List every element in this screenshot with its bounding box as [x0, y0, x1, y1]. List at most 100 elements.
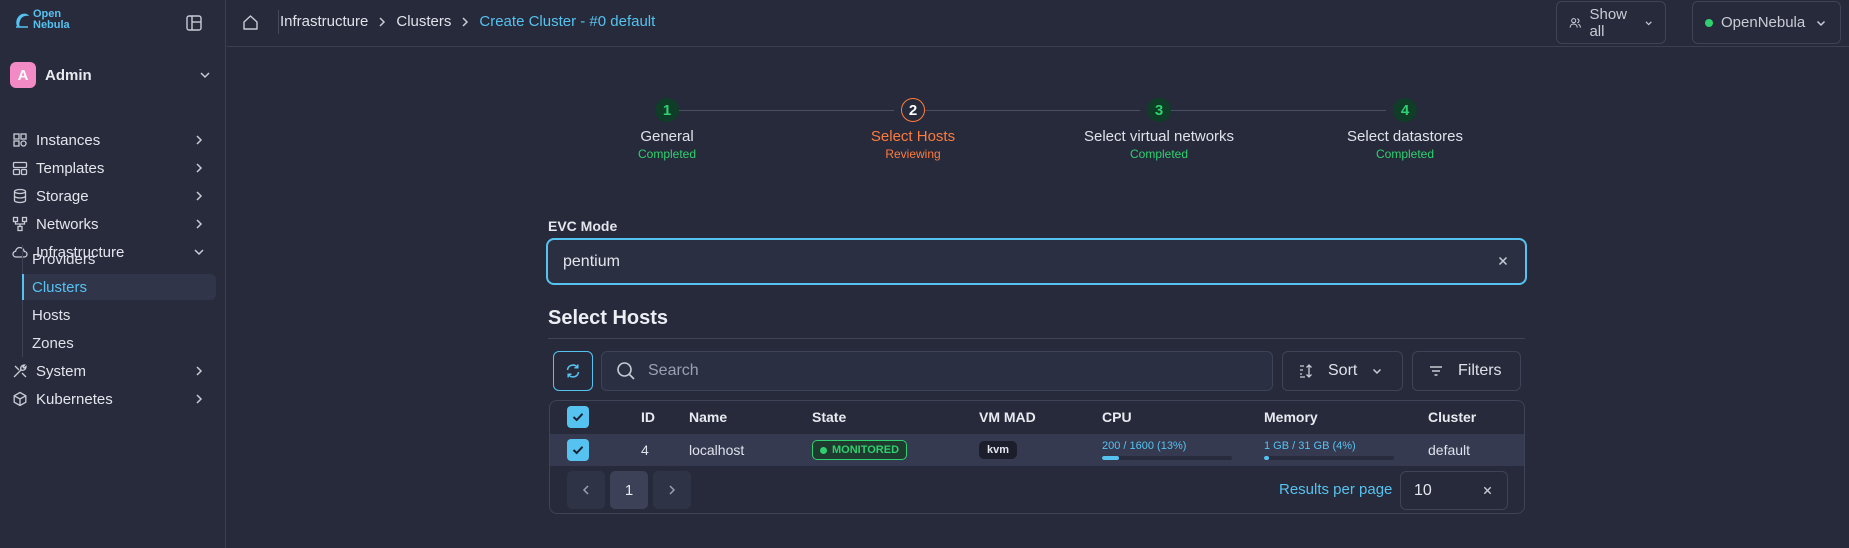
column-header-memory[interactable]: Memory	[1264, 401, 1318, 433]
sidebar-item-storage[interactable]: Storage	[12, 183, 216, 209]
sidebar-item-instances[interactable]: Instances	[12, 127, 216, 153]
kubernetes-icon	[13, 391, 27, 407]
clear-icon[interactable]	[1482, 485, 1493, 496]
sidebar-item-label: Instances	[36, 131, 101, 149]
column-header-cpu[interactable]: CPU	[1102, 401, 1132, 433]
chevron-right-icon	[196, 219, 203, 229]
sidebar-item-label: Kubernetes	[36, 390, 113, 408]
sidebar-item-label: Networks	[36, 215, 99, 233]
breadcrumb: Infrastructure Clusters Create Cluster -…	[280, 13, 655, 30]
step-select-hosts[interactable]: 2 Select Hosts Reviewing	[813, 98, 1013, 161]
chevron-down-icon	[200, 72, 210, 79]
wizard-stepper: 1 General Completed 2 Select Hosts Revie…	[548, 98, 1524, 168]
show-all-button[interactable]: Show all	[1556, 1, 1666, 44]
search-box[interactable]	[601, 351, 1273, 391]
clear-icon[interactable]	[1497, 255, 1509, 267]
sidebar-collapse-icon[interactable]	[185, 14, 203, 32]
sidebar-item-clusters[interactable]: Clusters	[22, 274, 216, 300]
evc-mode-value: pentium	[563, 252, 620, 270]
section-divider	[548, 338, 1525, 339]
status-text: MONITORED	[832, 444, 900, 456]
breadcrumb-divider	[278, 10, 279, 34]
host-cpu-cell: 200 / 1600 (13%)	[1102, 434, 1232, 466]
previous-page-button[interactable]	[567, 471, 605, 509]
column-header-cluster[interactable]: Cluster	[1428, 401, 1476, 433]
sidebar-item-kubernetes[interactable]: Kubernetes	[12, 386, 216, 412]
filter-icon	[1430, 366, 1442, 376]
breadcrumb-clusters[interactable]: Clusters	[396, 13, 451, 30]
step-select-datastores[interactable]: 4 Select datastores Completed	[1305, 98, 1505, 161]
sidebar-item-networks[interactable]: Networks	[12, 211, 216, 237]
results-per-page-value: 10	[1414, 481, 1432, 499]
chevron-right-icon	[462, 16, 469, 27]
user-menu[interactable]: A Admin	[10, 62, 216, 88]
sidebar-item-label: Hosts	[32, 306, 71, 324]
chevron-right-icon	[669, 485, 676, 495]
host-id: 4	[641, 442, 649, 458]
step-status: Completed	[1129, 147, 1189, 161]
chevron-left-icon	[582, 485, 589, 495]
sidebar-item-label: Clusters	[32, 278, 88, 296]
chevron-right-icon	[379, 16, 386, 27]
evc-mode-field[interactable]: pentium	[546, 238, 1527, 285]
step-title: General	[640, 128, 694, 145]
table-header-row: ID Name State VM MAD CPU Memory Cluster	[550, 401, 1524, 433]
sidebar-item-providers[interactable]: Providers	[22, 246, 216, 272]
step-title: Select Hosts	[870, 128, 956, 145]
instances-icon	[13, 133, 27, 147]
table-row[interactable]: 4 localhost MONITORED kvm 200 / 1600 (13…	[550, 434, 1524, 466]
column-header-vm-mad[interactable]: VM MAD	[979, 401, 1036, 433]
cpu-usage-text: 200 / 1600 (13%)	[1102, 440, 1187, 452]
chevron-right-icon	[196, 135, 203, 145]
step-status: Completed	[1375, 147, 1435, 161]
step-number: 3	[1147, 98, 1171, 122]
step-number: 2	[901, 98, 925, 122]
step-status: Completed	[637, 147, 697, 161]
sidebar-item-label: Zones	[32, 334, 74, 352]
sidebar-item-hosts[interactable]: Hosts	[22, 302, 216, 328]
filters-label: Filters	[1458, 362, 1502, 379]
column-header-state[interactable]: State	[812, 401, 846, 433]
sidebar-item-zones[interactable]: Zones	[22, 330, 216, 356]
chevron-right-icon	[196, 394, 203, 404]
networks-icon	[12, 216, 28, 232]
row-checkbox[interactable]	[567, 439, 589, 461]
topbar: Infrastructure Clusters Create Cluster -…	[227, 0, 1849, 47]
zone-selector-button[interactable]: OpenNebula	[1692, 1, 1841, 44]
step-select-networks[interactable]: 3 Select virtual networks Completed	[1059, 98, 1259, 161]
results-per-page-select[interactable]: 10	[1400, 471, 1508, 510]
opennebula-logo[interactable]: Open Nebula	[14, 9, 75, 31]
chevron-down-icon	[1373, 368, 1382, 375]
filters-button[interactable]: Filters	[1412, 351, 1521, 391]
host-memory-cell: 1 GB / 31 GB (4%)	[1264, 434, 1394, 466]
sidebar-item-label: Storage	[36, 187, 89, 205]
refresh-button[interactable]	[553, 351, 593, 391]
select-hosts-title: Select Hosts	[548, 307, 669, 329]
sidebar-item-templates[interactable]: Templates	[12, 155, 216, 181]
search-input[interactable]	[648, 362, 1228, 380]
users-icon	[1569, 17, 1581, 28]
check-icon	[572, 413, 584, 422]
storage-icon	[13, 188, 27, 204]
select-all-checkbox[interactable]	[567, 406, 589, 428]
home-icon[interactable]	[242, 14, 259, 31]
sidebar-item-system[interactable]: System	[12, 358, 216, 384]
cpu-usage-bar	[1102, 456, 1232, 460]
step-general[interactable]: 1 General Completed	[567, 98, 767, 161]
search-icon	[617, 362, 635, 380]
sort-label: Sort	[1328, 362, 1358, 379]
breadcrumb-current: Create Cluster - #0 default	[479, 13, 656, 30]
sort-button[interactable]: Sort	[1282, 351, 1403, 391]
user-name: Admin	[45, 66, 92, 84]
column-header-name[interactable]: Name	[689, 401, 727, 433]
step-number: 4	[1393, 98, 1417, 122]
next-page-button[interactable]	[653, 471, 691, 509]
page-button[interactable]: 1	[610, 471, 648, 509]
check-icon	[572, 446, 584, 455]
column-header-id[interactable]: ID	[641, 401, 655, 433]
memory-usage-fill	[1264, 456, 1270, 460]
memory-usage-text: 1 GB / 31 GB (4%)	[1264, 440, 1356, 452]
sidebar-item-label: Templates	[36, 159, 105, 177]
vm-mad-badge: kvm	[979, 441, 1018, 459]
breadcrumb-infrastructure[interactable]: Infrastructure	[280, 13, 368, 30]
